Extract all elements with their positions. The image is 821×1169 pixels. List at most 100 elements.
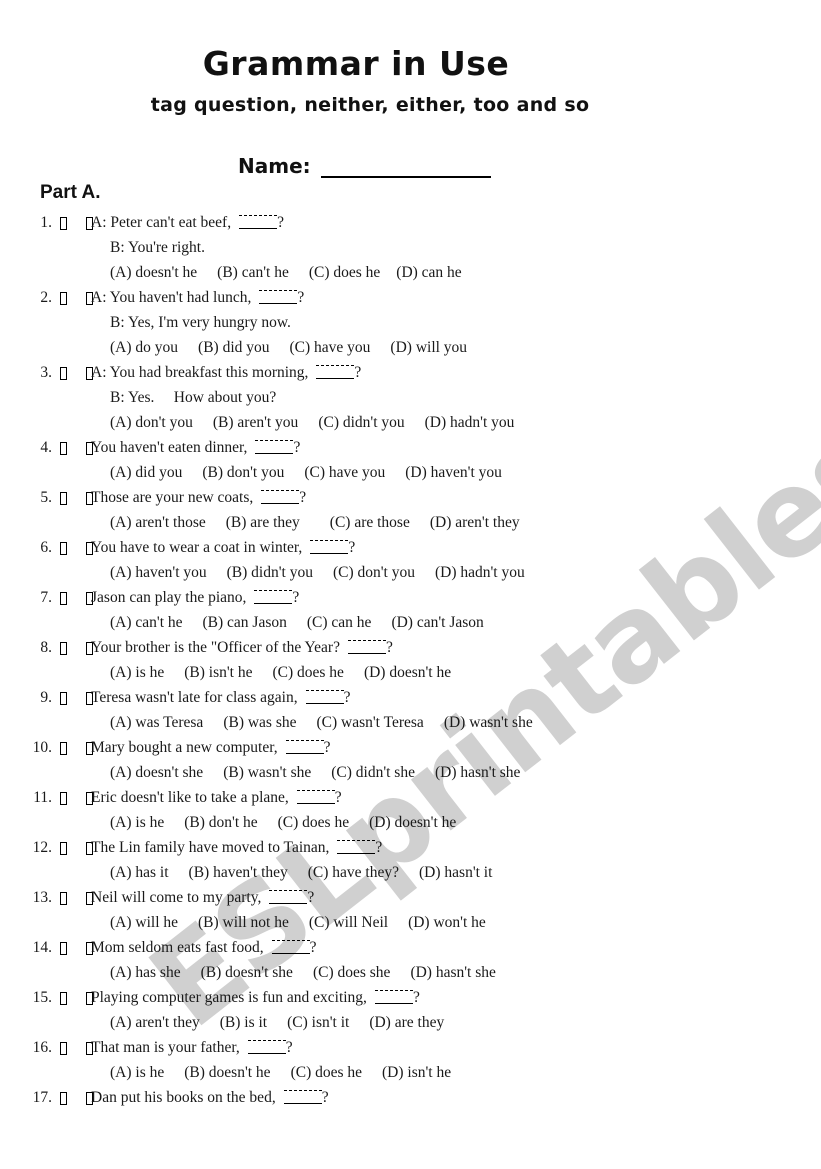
answer-blank[interactable] xyxy=(374,989,413,1004)
option-choice[interactable]: (A) did you xyxy=(110,464,182,481)
option-choice[interactable]: (B) is it xyxy=(220,1014,267,1031)
option-choice[interactable]: (B) doesn't he xyxy=(184,1064,270,1081)
option-choice[interactable]: (C) will Neil xyxy=(309,914,388,931)
option-choice[interactable]: (A) don't you xyxy=(110,414,193,431)
option-choice[interactable]: (A) doesn't she xyxy=(110,764,203,781)
answer-blank[interactable] xyxy=(239,214,278,229)
option-choice[interactable]: (C) does she xyxy=(313,964,391,981)
option-choice[interactable]: (A) will he xyxy=(110,914,178,931)
option-choice[interactable]: (A) is he xyxy=(110,664,164,681)
option-choice[interactable]: (B) can Jason xyxy=(203,614,287,631)
answer-blank[interactable] xyxy=(347,639,386,654)
answer-box-icon[interactable] xyxy=(60,492,67,505)
answer-blank[interactable] xyxy=(259,289,298,304)
option-choice[interactable]: (D) will you xyxy=(390,339,467,356)
option-choice[interactable]: (D) hasn't it xyxy=(419,864,492,881)
answer-blank[interactable] xyxy=(247,1039,286,1054)
answer-blank[interactable] xyxy=(255,439,294,454)
option-choice[interactable]: (C) didn't she xyxy=(331,764,415,781)
option-choice[interactable]: (C) are those xyxy=(330,514,410,531)
option-choice[interactable]: (D) aren't they xyxy=(430,514,520,531)
option-choice[interactable]: (C) does he xyxy=(272,664,343,681)
answer-box-icon[interactable] xyxy=(60,292,67,305)
option-choice[interactable]: (C) isn't it xyxy=(287,1014,349,1031)
answer-box-icon[interactable] xyxy=(60,892,67,905)
option-choice[interactable]: (B) wasn't she xyxy=(223,764,311,781)
answer-blank[interactable] xyxy=(305,689,344,704)
option-choice[interactable]: (B) can't he xyxy=(217,264,289,281)
answer-blank[interactable] xyxy=(296,789,335,804)
option-choice[interactable]: (A) aren't those xyxy=(110,514,206,531)
answer-box-icon[interactable] xyxy=(60,992,67,1005)
answer-box-icon[interactable] xyxy=(60,792,67,805)
option-choice[interactable]: (B) don't he xyxy=(184,814,257,831)
option-choice[interactable]: (A) is he xyxy=(110,1064,164,1081)
option-choice[interactable]: (D) won't he xyxy=(408,914,486,931)
answer-box-icon[interactable] xyxy=(60,592,67,605)
option-choice[interactable]: (D) doesn't he xyxy=(364,664,451,681)
option-choice[interactable]: (C) have they? xyxy=(308,864,399,881)
option-choice[interactable]: (D) wasn't she xyxy=(444,714,533,731)
option-choice[interactable]: (A) do you xyxy=(110,339,178,356)
option-choice[interactable]: (A) was Teresa xyxy=(110,714,203,731)
answer-box-icon[interactable] xyxy=(60,942,67,955)
option-choice[interactable]: (C) didn't you xyxy=(318,414,404,431)
option-choice[interactable]: (D) can he xyxy=(396,264,461,281)
option-choice[interactable]: (C) does he xyxy=(291,1064,362,1081)
option-choice[interactable]: (B) haven't they xyxy=(189,864,288,881)
option-choice[interactable]: (C) does he xyxy=(278,814,349,831)
option-choice[interactable]: (D) hadn't you xyxy=(425,414,515,431)
option-choice[interactable]: (A) is he xyxy=(110,814,164,831)
option-choice[interactable]: (B) did you xyxy=(198,339,269,356)
option-choice[interactable]: (C) does he xyxy=(309,264,380,281)
answer-blank[interactable] xyxy=(316,364,355,379)
answer-box-icon[interactable] xyxy=(60,217,67,230)
option-choice[interactable]: (D) haven't you xyxy=(405,464,502,481)
answer-box-icon[interactable] xyxy=(60,692,67,705)
option-choice[interactable]: (B) don't you xyxy=(202,464,284,481)
option-choice[interactable]: (A) doesn't he xyxy=(110,264,197,281)
answer-box-icon[interactable] xyxy=(60,442,67,455)
option-choice[interactable]: (D) can't Jason xyxy=(391,614,483,631)
answer-blank[interactable] xyxy=(337,839,376,854)
answer-box-icon[interactable] xyxy=(60,1042,67,1055)
answer-box-icon[interactable] xyxy=(60,1092,67,1105)
option-choice[interactable]: (B) aren't you xyxy=(213,414,298,431)
answer-blank[interactable] xyxy=(269,889,308,904)
option-choice[interactable]: (C) have you xyxy=(304,464,385,481)
option-choice[interactable]: (A) can't he xyxy=(110,614,183,631)
answer-box-icon[interactable] xyxy=(60,642,67,655)
option-choice[interactable]: (A) has she xyxy=(110,964,181,981)
option-choice[interactable]: (D) are they xyxy=(369,1014,444,1031)
option-choice[interactable]: (B) isn't he xyxy=(184,664,252,681)
option-choice[interactable]: (D) doesn't he xyxy=(369,814,456,831)
options-group: (A) is he (B) isn't he (C) does he (D) does… xyxy=(110,660,467,685)
option-choice[interactable]: (C) wasn't Teresa xyxy=(317,714,424,731)
option-choice[interactable]: (D) hadn't you xyxy=(435,564,525,581)
answer-box-icon[interactable] xyxy=(60,842,67,855)
option-choice[interactable]: (B) will not he xyxy=(198,914,289,931)
option-choice[interactable]: (C) don't you xyxy=(333,564,415,581)
answer-box-icon[interactable] xyxy=(60,542,67,555)
answer-blank[interactable] xyxy=(254,589,293,604)
answer-box-icon[interactable] xyxy=(60,367,67,380)
answer-blank[interactable] xyxy=(310,539,349,554)
option-choice[interactable]: (C) can he xyxy=(307,614,372,631)
option-choice[interactable]: (D) hasn't she xyxy=(435,764,520,781)
option-choice[interactable]: (B) are they xyxy=(226,514,300,531)
option-choice[interactable]: (A) aren't they xyxy=(110,1014,200,1031)
option-choice[interactable]: (B) didn't you xyxy=(227,564,313,581)
option-choice[interactable]: (D) isn't he xyxy=(382,1064,451,1081)
option-choice[interactable]: (D) hasn't she xyxy=(410,964,495,981)
option-choice[interactable]: (B) doesn't she xyxy=(201,964,293,981)
name-blank-line[interactable] xyxy=(320,154,491,178)
option-choice[interactable]: (A) has it xyxy=(110,864,169,881)
option-choice[interactable]: (C) have you xyxy=(290,339,371,356)
answer-blank[interactable] xyxy=(261,489,300,504)
answer-blank[interactable] xyxy=(283,1089,322,1104)
option-choice[interactable]: (B) was she xyxy=(223,714,296,731)
answer-blank[interactable] xyxy=(271,939,310,954)
answer-blank[interactable] xyxy=(285,739,324,754)
answer-box-icon[interactable] xyxy=(60,742,67,755)
option-choice[interactable]: (A) haven't you xyxy=(110,564,207,581)
